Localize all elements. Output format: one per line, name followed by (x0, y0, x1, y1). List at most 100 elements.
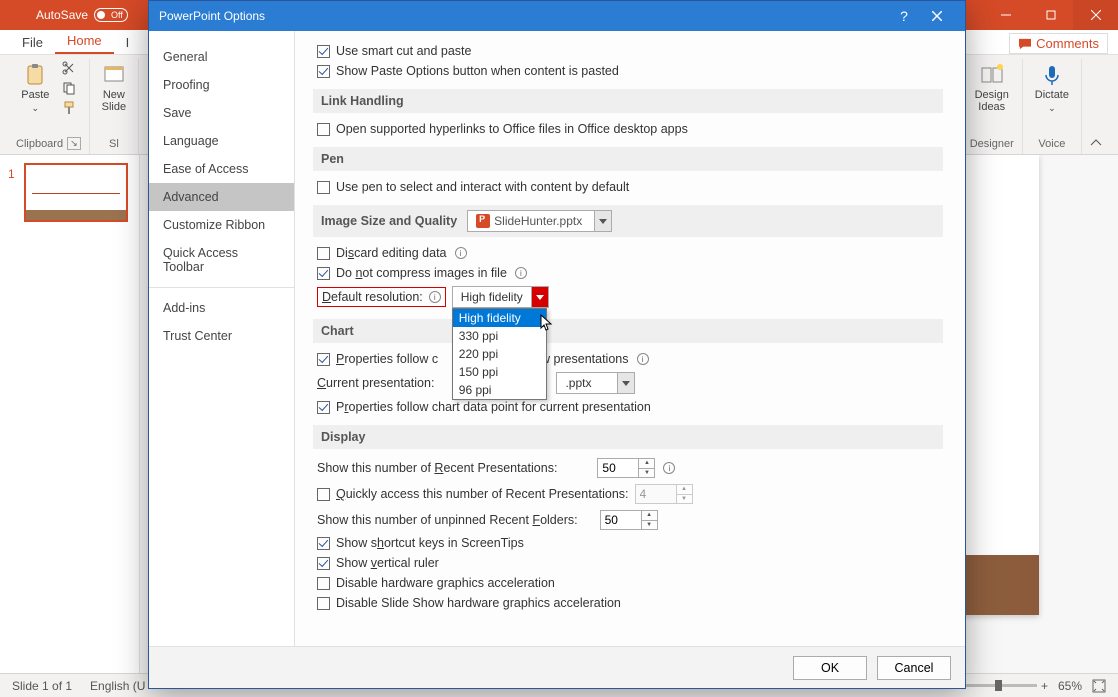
microphone-icon (1040, 63, 1064, 87)
paste-button[interactable]: Paste ⌄ (17, 59, 53, 118)
lbl-vertical-ruler: Show vertical ruler (336, 556, 439, 570)
nav-trust-center[interactable]: Trust Center (149, 322, 294, 350)
chk-smart-cut-paste[interactable] (317, 45, 330, 58)
slide-thumbnail-1[interactable] (24, 163, 128, 222)
zoom-percent[interactable]: 65% (1058, 679, 1082, 693)
nav-ease-of-access[interactable]: Ease of Access (149, 155, 294, 183)
minimize-button[interactable] (983, 0, 1028, 30)
chk-chart-props-all[interactable] (317, 353, 330, 366)
info-icon[interactable]: i (429, 291, 441, 303)
chk-disable-ss-accel[interactable] (317, 597, 330, 610)
nav-advanced[interactable]: Advanced (149, 183, 294, 211)
options-content[interactable]: Use smart cut and paste Show Paste Optio… (295, 31, 965, 646)
dialog-help-button[interactable]: ? (889, 8, 919, 24)
combo-dropdown-button[interactable] (531, 287, 548, 307)
new-slide-button[interactable]: New Slide (98, 59, 130, 117)
clipboard-icon (23, 63, 47, 87)
chk-open-hyperlinks[interactable] (317, 123, 330, 136)
nav-customize-ribbon[interactable]: Customize Ribbon (149, 211, 294, 239)
resolution-option-330[interactable]: 330 ppi (453, 327, 546, 345)
resolution-option-220[interactable]: 220 ppi (453, 345, 546, 363)
spin-recent-value[interactable] (598, 459, 638, 477)
spin-quick-value (636, 485, 676, 503)
close-button[interactable] (1073, 0, 1118, 30)
design-ideas-label: Design Ideas (975, 89, 1009, 113)
spin-up[interactable]: ▲ (639, 459, 654, 469)
lbl-no-compress: Do not compress images in file (336, 266, 507, 280)
ribbon-group-slides: New Slide Sl (90, 59, 139, 154)
info-icon[interactable]: i (663, 462, 675, 474)
default-resolution-value: High fidelity (453, 290, 531, 304)
info-icon[interactable]: i (455, 247, 467, 259)
image-file-combo[interactable]: SlideHunter.pptx (467, 210, 612, 232)
spin-recent-folders[interactable]: ▲▼ (600, 510, 658, 530)
new-slide-icon (102, 63, 126, 87)
spin-up[interactable]: ▲ (642, 511, 657, 521)
lbl-quick-access-recent: Quickly access this number of Recent Pre… (336, 487, 629, 501)
lbl-disable-hw-accel: Disable hardware graphics acceleration (336, 576, 555, 590)
lbl-shortcut-keys: Show shortcut keys in ScreenTips (336, 536, 524, 550)
designer-group-label: Designer (970, 136, 1014, 154)
status-language[interactable]: English (U (90, 679, 145, 693)
collapse-ribbon-button[interactable] (1082, 134, 1110, 154)
fit-to-window-icon[interactable] (1092, 679, 1106, 693)
chk-use-pen[interactable] (317, 181, 330, 194)
chk-paste-options[interactable] (317, 65, 330, 78)
section-pen: Pen (313, 147, 943, 171)
info-icon[interactable]: i (637, 353, 649, 365)
info-icon[interactable]: i (515, 267, 527, 279)
powerpoint-options-dialog: PowerPoint Options ? General Proofing Sa… (148, 0, 966, 689)
chk-no-compress[interactable] (317, 267, 330, 280)
paste-label: Paste (21, 89, 49, 101)
nav-quick-access-toolbar[interactable]: Quick Access Toolbar (149, 239, 294, 281)
section-image-label: Image Size and Quality (321, 214, 457, 228)
resolution-option-96[interactable]: 96 ppi (453, 381, 546, 399)
chk-disable-hw-accel[interactable] (317, 577, 330, 590)
current-presentation-combo[interactable]: .pptx (556, 372, 635, 394)
autosave-toggle[interactable]: Off (94, 8, 128, 22)
tab-home[interactable]: Home (55, 29, 114, 54)
default-resolution-combo[interactable]: High fidelity (452, 286, 549, 308)
tab-file[interactable]: File (10, 31, 55, 54)
dialog-close-button[interactable] (919, 1, 955, 31)
spin-down[interactable]: ▼ (639, 469, 654, 478)
nav-general[interactable]: General (149, 43, 294, 71)
tab-insert-partial[interactable]: I (114, 31, 142, 54)
status-slide: Slide 1 of 1 (12, 679, 72, 693)
resolution-dropdown: High fidelity 330 ppi 220 ppi 150 ppi 96… (452, 308, 547, 400)
resolution-option-150[interactable]: 150 ppi (453, 363, 546, 381)
cut-button[interactable] (59, 59, 79, 77)
cancel-button[interactable]: Cancel (877, 656, 951, 680)
section-chart: Chart (313, 319, 943, 343)
spin-down[interactable]: ▼ (642, 521, 657, 530)
spin-recent-presentations[interactable]: ▲▼ (597, 458, 655, 478)
autosave-group: AutoSave Off (36, 8, 128, 22)
copy-button[interactable] (59, 79, 79, 97)
ok-button[interactable]: OK (793, 656, 867, 680)
lbl-chart-props-current: Properties follow chart data point for c… (336, 400, 651, 414)
nav-proofing[interactable]: Proofing (149, 71, 294, 99)
dialog-launcher-icon[interactable]: ↘ (67, 137, 81, 150)
lbl-paste-options: Show Paste Options button when content i… (336, 64, 619, 78)
restore-button[interactable] (1028, 0, 1073, 30)
ribbon-group-voice: Dictate ⌄ Voice (1023, 59, 1082, 154)
lbl-recent-folders: Show this number of unpinned Recent Fold… (317, 513, 578, 527)
spin-folders-value[interactable] (601, 511, 641, 529)
dictate-button[interactable]: Dictate ⌄ (1031, 59, 1073, 118)
chevron-down-icon (536, 295, 544, 300)
chk-shortcut-keys[interactable] (317, 537, 330, 550)
nav-language[interactable]: Language (149, 127, 294, 155)
nav-save[interactable]: Save (149, 99, 294, 127)
nav-addins[interactable]: Add-ins (149, 294, 294, 322)
chk-discard-editing[interactable] (317, 247, 330, 260)
chk-vertical-ruler[interactable] (317, 557, 330, 570)
design-ideas-button[interactable]: Design Ideas (971, 59, 1013, 117)
spin-quick-access[interactable]: ▲▼ (635, 484, 693, 504)
resolution-option-high[interactable]: High fidelity (453, 309, 546, 327)
comments-button[interactable]: Comments (1009, 33, 1108, 54)
chk-chart-props-current[interactable] (317, 401, 330, 414)
chk-quick-access-recent[interactable] (317, 488, 330, 501)
new-slide-label: New Slide (102, 89, 126, 113)
chevron-up-icon (1090, 139, 1102, 147)
format-painter-button[interactable] (59, 99, 79, 117)
